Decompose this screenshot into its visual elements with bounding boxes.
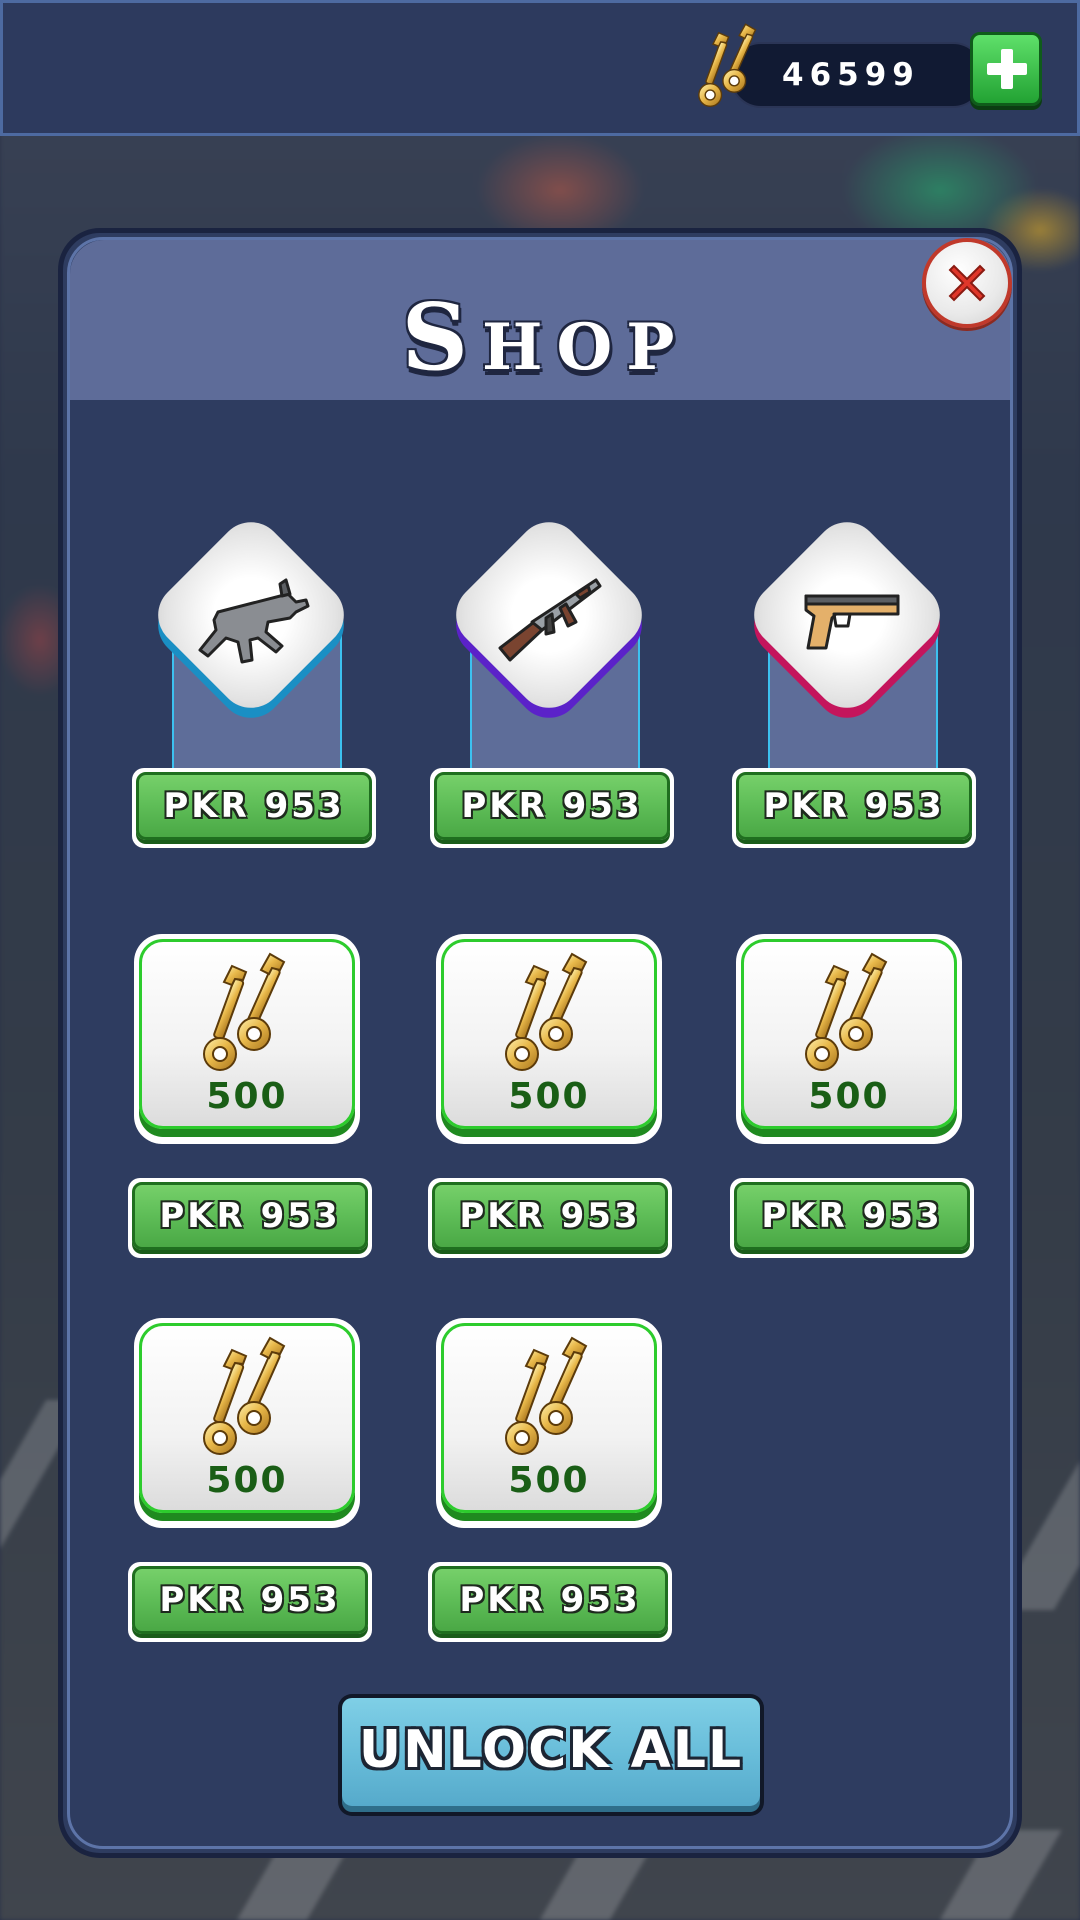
weapon-item-smg[interactable] [138,508,368,790]
weapon-price-button-pistol[interactable]: PKR 953 [732,768,976,848]
unlock-all-button[interactable]: UNLOCK ALL [338,1694,764,1816]
key-pack-price-button[interactable]: PKR 953 [128,1178,372,1258]
plus-icon [987,49,1027,89]
price-label: PKR 953 [159,1196,341,1236]
add-currency-button[interactable] [970,32,1042,106]
keys-icon [805,953,887,1071]
key-pack-amount: 500 [206,1076,288,1117]
key-pack-amount: 500 [808,1076,890,1117]
price-label: PKR 953 [761,1196,943,1236]
assault-rifle-icon [498,578,602,662]
key-pack-amount: 500 [508,1076,590,1117]
keys-icon [203,1337,285,1455]
key-pack-amount: 500 [206,1460,288,1501]
price-label: PKR 953 [461,786,643,826]
weapon-item-pistol[interactable] [734,508,964,790]
pistol-icon [804,594,900,650]
shop-title: Shop [401,283,689,391]
key-pack-card[interactable]: 500 [436,934,662,1144]
close-button[interactable] [922,238,1012,328]
key-pack-price-button[interactable]: PKR 953 [428,1562,672,1642]
key-pack-card[interactable]: 500 [134,934,360,1144]
currency-amount: 46599 [782,57,920,93]
price-label: PKR 953 [163,786,345,826]
key-pack-price-button[interactable]: PKR 953 [730,1178,974,1258]
key-pack-price-button[interactable]: PKR 953 [428,1178,672,1258]
weapon-price-button-smg[interactable]: PKR 953 [132,768,376,848]
keys-icon [505,1337,587,1455]
weapon-price-button-assault-rifle[interactable]: PKR 953 [430,768,674,848]
close-icon [948,264,986,302]
keys-icon [505,953,587,1071]
weapon-item-assault-rifle[interactable] [436,508,666,790]
price-label: PKR 953 [459,1196,641,1236]
key-pack-card[interactable]: 500 [436,1318,662,1528]
price-label: PKR 953 [763,786,945,826]
key-pack-card[interactable]: 500 [134,1318,360,1528]
price-label: PKR 953 [159,1580,341,1620]
unlock-all-label: UNLOCK ALL [358,1720,744,1780]
keys-icon [203,953,285,1071]
key-pack-amount: 500 [508,1460,590,1501]
price-label: PKR 953 [459,1580,641,1620]
smg-icon [198,578,310,664]
key-pack-price-button[interactable]: PKR 953 [128,1562,372,1642]
key-pack-card[interactable]: 500 [736,934,962,1144]
keys-icon [698,23,757,108]
